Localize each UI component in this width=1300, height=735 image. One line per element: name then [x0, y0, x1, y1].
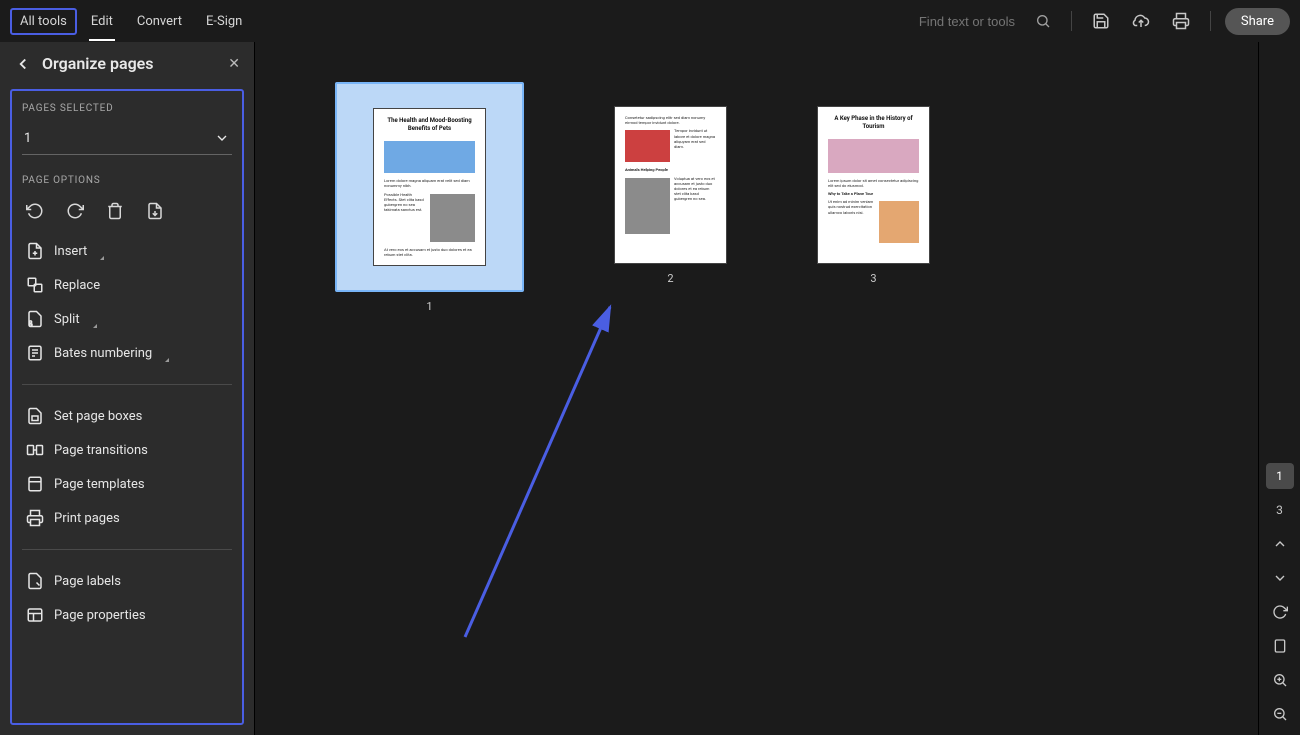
labels-icon [26, 572, 44, 590]
option-labels[interactable]: Page labels [22, 564, 232, 598]
option-split[interactable]: Split [22, 302, 232, 336]
zoom-out-icon[interactable] [1266, 701, 1294, 727]
print-pages-icon [26, 509, 44, 527]
option-label: Page templates [54, 477, 145, 492]
option-replace[interactable]: Replace [22, 268, 232, 302]
replace-icon [26, 276, 44, 294]
option-label: Set page boxes [54, 409, 142, 424]
tab-esign[interactable]: E-Sign [196, 4, 252, 39]
extract-icon[interactable] [146, 202, 164, 220]
pages-selected-label: PAGES SELECTED [22, 103, 232, 114]
option-label: Bates numbering [54, 346, 152, 361]
back-icon[interactable] [14, 55, 32, 73]
share-button[interactable]: Share [1225, 8, 1290, 35]
option-transitions[interactable]: Page transitions [22, 433, 232, 467]
tab-convert[interactable]: Convert [127, 4, 192, 39]
option-print[interactable]: Print pages [22, 501, 232, 535]
divider [22, 549, 232, 550]
current-page-indicator[interactable]: 1 [1266, 463, 1294, 489]
option-label: Split [54, 312, 80, 327]
page-thumb-3[interactable]: A Key Phase in the History of Tourism Lo… [817, 106, 930, 285]
search-input[interactable] [913, 9, 1057, 33]
close-icon[interactable]: ✕ [228, 56, 240, 72]
topbar-tabs: All tools Edit Convert E-Sign [10, 4, 252, 39]
option-label: Insert [54, 244, 87, 259]
page-down-icon[interactable] [1266, 565, 1294, 591]
topbar-right: Share [913, 6, 1290, 36]
tab-edit[interactable]: Edit [81, 4, 123, 39]
topbar: All tools Edit Convert E-Sign Share [0, 0, 1300, 42]
option-insert[interactable]: Insert [22, 234, 232, 268]
rotate-left-icon[interactable] [26, 202, 44, 220]
page-thumb-2[interactable]: Consetetur sadipscing elitr sed diam non… [614, 106, 727, 285]
page-selection-border: The Health and Mood-Boosting Benefits of… [335, 82, 524, 292]
print-icon[interactable] [1166, 6, 1196, 36]
bates-icon [26, 344, 44, 362]
search-text[interactable] [919, 14, 1029, 29]
chevron-down-icon [214, 130, 230, 146]
page-boxes-icon [26, 407, 44, 425]
option-label: Page transitions [54, 443, 148, 458]
page-thumb-1[interactable]: The Health and Mood-Boosting Benefits of… [335, 82, 524, 313]
search-icon [1035, 13, 1051, 29]
toolbar-icons [22, 196, 232, 234]
transitions-icon [26, 441, 44, 459]
rotate-right-icon[interactable] [66, 202, 84, 220]
options-panel: PAGES SELECTED 1 PAGE OPTIONS [10, 89, 244, 725]
option-label: Page labels [54, 574, 121, 589]
separator [1210, 11, 1211, 31]
option-bates[interactable]: Bates numbering [22, 336, 232, 370]
page-number: 1 [426, 300, 432, 313]
page-number: 2 [667, 272, 673, 285]
page-up-icon[interactable] [1266, 531, 1294, 557]
pages-selected-value: 1 [24, 131, 31, 146]
cloud-upload-icon[interactable] [1126, 6, 1156, 36]
insert-icon [26, 242, 44, 260]
total-pages-indicator: 3 [1266, 497, 1294, 523]
option-templates[interactable]: Page templates [22, 467, 232, 501]
right-rail: 1 3 [1258, 42, 1300, 735]
main: Organize pages ✕ PAGES SELECTED 1 PAGE O… [0, 42, 1300, 735]
tab-all-tools[interactable]: All tools [10, 8, 77, 35]
page-content: Consetetur sadipscing elitr sed diam non… [614, 106, 727, 264]
rotate-icon[interactable] [1266, 599, 1294, 625]
zoom-in-icon[interactable] [1266, 667, 1294, 693]
page-options-label: PAGE OPTIONS [22, 175, 232, 186]
option-label: Replace [54, 278, 100, 293]
delete-icon[interactable] [106, 202, 124, 220]
option-properties[interactable]: Page properties [22, 598, 232, 632]
pages-selected-dropdown[interactable]: 1 [22, 124, 232, 155]
divider [22, 384, 232, 385]
page-content: The Health and Mood-Boosting Benefits of… [373, 108, 486, 266]
fit-page-icon[interactable] [1266, 633, 1294, 659]
save-icon[interactable] [1086, 6, 1116, 36]
page-nav-group: 1 3 [1266, 455, 1294, 735]
split-icon [26, 310, 44, 328]
option-label: Page properties [54, 608, 146, 623]
page-number: 3 [870, 272, 876, 285]
page-content: A Key Phase in the History of Tourism Lo… [817, 106, 930, 264]
properties-icon [26, 606, 44, 624]
templates-icon [26, 475, 44, 493]
option-label: Print pages [54, 511, 120, 526]
separator [1071, 11, 1072, 31]
option-set-boxes[interactable]: Set page boxes [22, 399, 232, 433]
sidebar: Organize pages ✕ PAGES SELECTED 1 PAGE O… [0, 42, 255, 735]
page-canvas[interactable]: The Health and Mood-Boosting Benefits of… [255, 42, 1258, 735]
sidebar-title: Organize pages [42, 54, 218, 73]
sidebar-header: Organize pages ✕ [0, 42, 254, 89]
